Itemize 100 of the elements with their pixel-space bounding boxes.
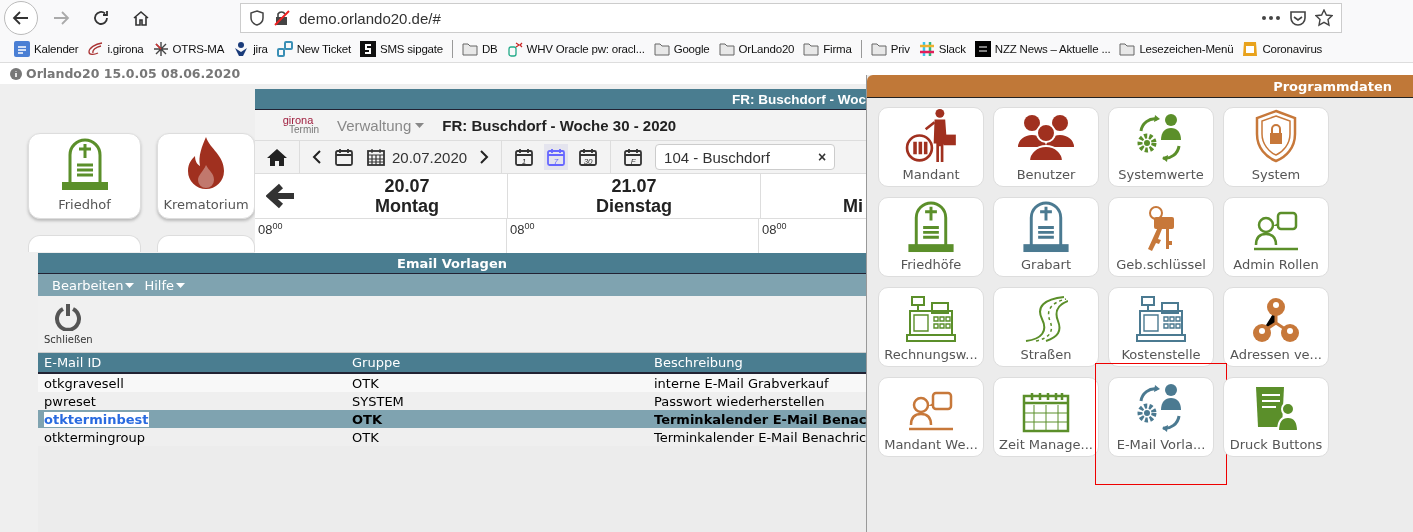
time-label: 08$^{00}$: [258, 222, 283, 238]
asterisk-icon: [152, 41, 169, 57]
close-button[interactable]: Schließen: [44, 303, 93, 345]
location-select[interactable]: 104 - Buschdorf ×: [655, 144, 836, 170]
bookmark[interactable]: SMS sipgate: [360, 41, 443, 57]
bookmark[interactable]: Firma: [803, 42, 852, 56]
day-name: Montag: [375, 196, 439, 216]
chart-tile-icon: [1242, 41, 1259, 57]
table-cell: Passwort wiederherstellen: [654, 393, 825, 409]
day-date: 21.07: [611, 176, 657, 196]
bookmark[interactable]: jira: [233, 41, 268, 57]
table-cell: OTK: [352, 375, 379, 391]
caret-icon: [176, 282, 185, 288]
bookmark[interactable]: New Ticket: [276, 41, 351, 57]
folder-icon: [870, 42, 887, 56]
table-cell: otkgravesell: [44, 375, 124, 391]
left-arrow-icon: [12, 9, 30, 27]
module-tile[interactable]: Zeit Manage...: [993, 377, 1099, 457]
bookmark[interactable]: NZZ News – Aktuelle ...: [974, 41, 1111, 57]
more-icon: [1261, 15, 1281, 21]
column-header[interactable]: Beschreibung: [648, 355, 866, 370]
module-tile[interactable]: Systemwerte: [1108, 107, 1214, 187]
clear-button[interactable]: ×: [817, 149, 827, 165]
bookmark[interactable]: i.girona: [87, 41, 144, 57]
module-tile[interactable]: Adressen ve...: [1223, 287, 1329, 367]
bookmark[interactable]: DB: [462, 42, 498, 56]
right-arrow-icon: [52, 9, 70, 27]
bookmark[interactable]: Lesezeichen-Menü: [1119, 42, 1234, 56]
module-tile[interactable]: Grabart: [993, 197, 1099, 277]
module-tile[interactable]: Admin Rollen: [1223, 197, 1329, 277]
filter-button[interactable]: F: [621, 144, 646, 170]
caret-icon: [125, 282, 135, 288]
info-icon: [10, 67, 22, 80]
module-tile[interactable]: System: [1223, 107, 1329, 187]
day-name: Dienstag: [596, 196, 672, 216]
swoosh-icon: [87, 41, 104, 57]
day-name: Mi: [843, 196, 863, 216]
bookmark[interactable]: Kalender: [14, 41, 79, 57]
person-icon: [233, 41, 250, 57]
logo[interactable]: girona Termin: [263, 116, 319, 134]
chevron-right-icon: [479, 150, 490, 164]
table-cell: otkterminbest: [44, 411, 149, 427]
time-label: 08$^{00}$: [510, 222, 535, 238]
address-bar[interactable]: demo.orlando20.de/#: [240, 3, 1342, 33]
url-text: demo.orlando20.de/#: [299, 9, 442, 27]
module-tile[interactable]: Geb.schlüssel: [1108, 197, 1214, 277]
people-group-icon: [1016, 113, 1076, 163]
view-button[interactable]: 1: [512, 144, 537, 170]
bookmark[interactable]: Priv: [870, 42, 910, 56]
bookmark[interactable]: OTRS-MA: [152, 41, 225, 57]
chevron-left-icon: [312, 150, 322, 164]
version-info: Orlando20 15.0.05 08.06.2020: [26, 66, 241, 81]
module-tile[interactable]: Mandant: [878, 107, 984, 187]
module-tile[interactable]: Druck Buttons: [1223, 377, 1329, 457]
module-tile[interactable]: E-Mail Vorla...: [1108, 377, 1214, 457]
previous-button[interactable]: [310, 148, 324, 166]
folder-icon: [718, 42, 735, 56]
module-tile[interactable]: Straßen: [993, 287, 1099, 367]
module-tile[interactable]: Friedhof: [28, 133, 141, 219]
table-cell: interne E-Mail Grabverkauf: [654, 375, 829, 391]
bookmark[interactable]: OrLando20: [718, 42, 795, 56]
back-arrow-icon: [266, 183, 296, 209]
bookmark[interactable]: Slack: [918, 41, 966, 57]
date-picker[interactable]: 20.07.2020: [364, 145, 470, 169]
cash-register-icon: [1136, 295, 1186, 343]
view-button[interactable]: 7: [544, 144, 569, 170]
day-date: 20.07: [384, 176, 430, 196]
table-row[interactable]: otkterminbest OTK Terminkalender E-Mail Benac: [38, 410, 866, 428]
module-tile[interactable]: Mandant We...: [878, 377, 984, 457]
column-header[interactable]: E-Mail ID: [38, 355, 346, 370]
dialog-title: Email Vorlagen: [397, 255, 507, 271]
caret-icon: [415, 122, 425, 128]
calendar-heading: FR: Buschdorf - Woche 30 - 2020: [442, 116, 677, 134]
shield-lock-icon: [1254, 109, 1298, 163]
calendar-grid-icon: [366, 147, 386, 167]
view-button[interactable]: 30: [576, 144, 601, 170]
reload-icon: [92, 9, 110, 27]
module-tile[interactable]: Krematorium: [157, 133, 255, 219]
home-button[interactable]: [265, 146, 289, 168]
table-cell: pwreset: [44, 393, 96, 409]
window-title: FR: Buschdorf - Woc: [732, 91, 866, 107]
time-label: 08$^{00}$: [762, 222, 787, 238]
link-icon: [276, 41, 293, 57]
back-button[interactable]: [4, 1, 38, 35]
module-tile[interactable]: Benutzer: [993, 107, 1099, 187]
module-tile[interactable]: Friedhöfe: [878, 197, 984, 277]
panel-title: Programmdaten: [1273, 78, 1392, 94]
bookmark[interactable]: Google: [653, 42, 710, 56]
bookmark[interactable]: Coronavirus: [1242, 41, 1323, 57]
module-tile[interactable]: Rechnungsw...: [878, 287, 984, 367]
table-cell: SYSTEM: [352, 393, 404, 409]
column-header[interactable]: Gruppe: [346, 355, 648, 370]
home-icon: [267, 148, 287, 166]
module-tile[interactable]: Kostenstelle: [1108, 287, 1214, 367]
pocket-icon: [1289, 9, 1307, 27]
folder-icon: [462, 42, 478, 56]
square-logo-icon: [974, 41, 991, 57]
bookmark[interactable]: WHV Oracle pw: oracl...: [506, 41, 645, 57]
table-row[interactable]: otkgravesell OTK interne E-Mail Grabverkauf: [38, 374, 866, 392]
table-cell: otktermingroup: [44, 429, 146, 445]
